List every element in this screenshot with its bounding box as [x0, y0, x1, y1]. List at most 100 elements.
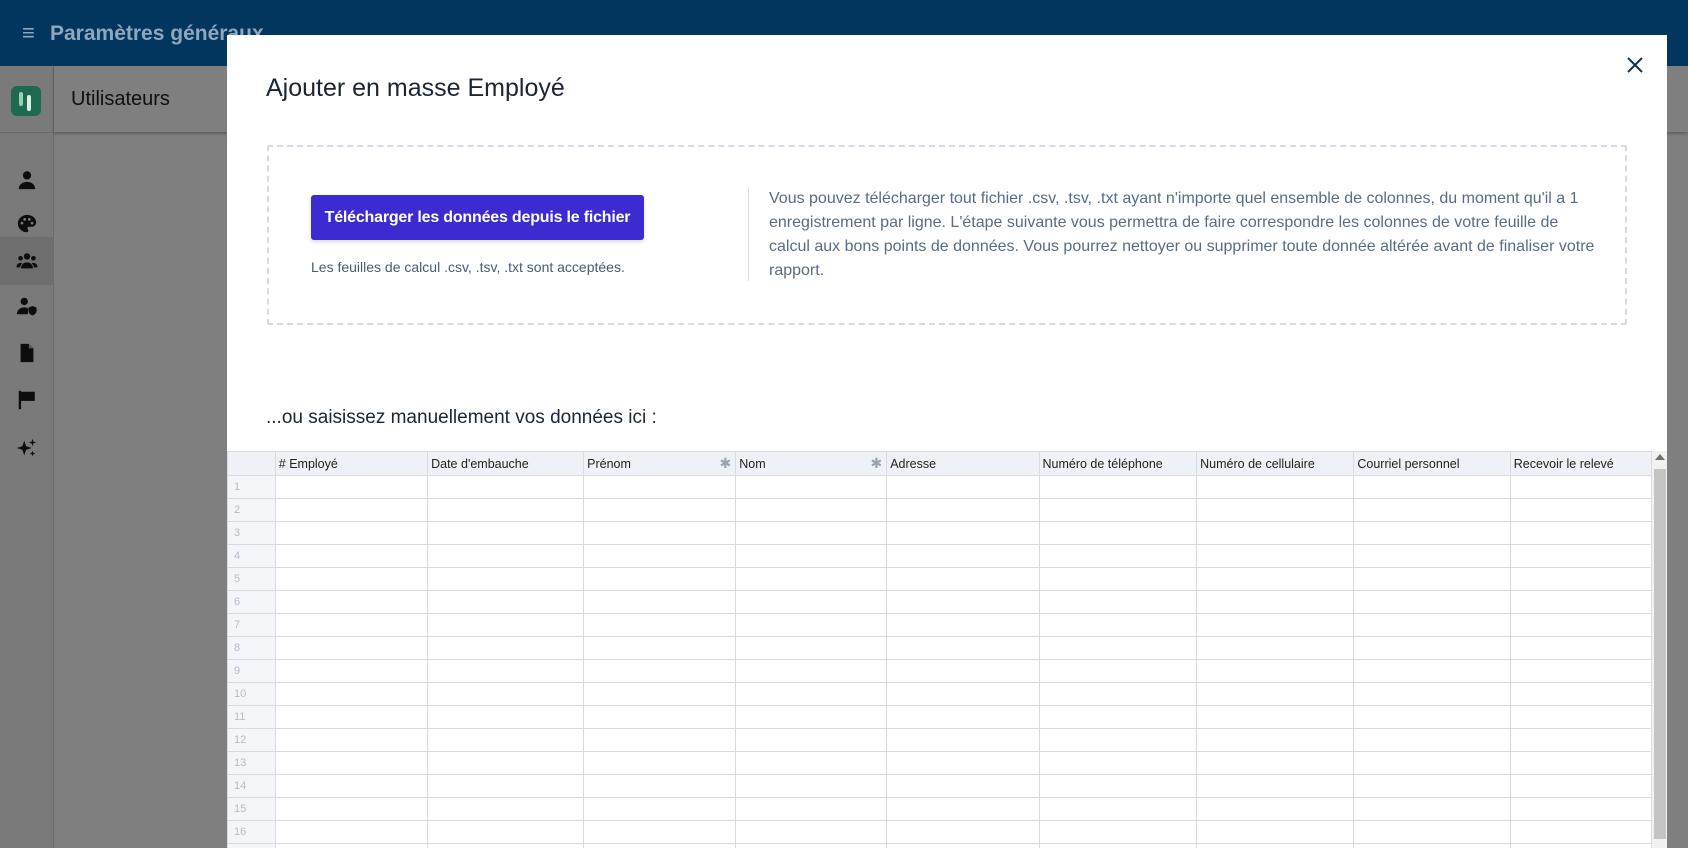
grid-cell[interactable] — [1509, 475, 1667, 499]
grid-cell[interactable] — [1196, 636, 1355, 660]
scroll-up-icon[interactable] — [1655, 454, 1665, 460]
hamburger-icon[interactable]: ≡ — [22, 20, 35, 46]
grid-cell[interactable] — [735, 705, 888, 729]
grid-cell[interactable] — [735, 475, 888, 499]
grid-cell[interactable] — [1509, 590, 1667, 614]
grid-cell[interactable] — [1353, 820, 1511, 844]
grid-cell[interactable] — [583, 797, 737, 821]
grid-cell[interactable] — [735, 659, 888, 683]
grid-cell[interactable] — [583, 567, 737, 591]
grid-cell[interactable] — [1509, 567, 1667, 591]
grid-cell[interactable] — [1509, 613, 1667, 637]
grid-cell[interactable] — [886, 544, 1040, 568]
grid-cell[interactable] — [1038, 544, 1198, 568]
grid-cell[interactable] — [274, 797, 429, 821]
grid-cell[interactable] — [886, 843, 1040, 848]
grid-cell[interactable] — [274, 751, 429, 775]
grid-cell[interactable] — [1038, 705, 1198, 729]
grid-cell[interactable] — [427, 590, 585, 614]
grid-cell[interactable] — [1038, 774, 1198, 798]
grid-cell[interactable] — [1353, 751, 1511, 775]
grid-cell[interactable] — [427, 705, 585, 729]
grid-cell[interactable] — [427, 751, 585, 775]
column-header[interactable]: Nom ✱ — [735, 451, 888, 476]
grid-cell[interactable] — [1038, 659, 1198, 683]
app-logo[interactable] — [11, 86, 41, 116]
grid-cell[interactable] — [583, 544, 737, 568]
column-header[interactable]: Adresse — [886, 451, 1040, 476]
upload-file-button[interactable]: Télécharger les données depuis le fichie… — [311, 195, 644, 240]
grid-cell[interactable] — [274, 659, 429, 683]
grid-cell[interactable] — [735, 820, 888, 844]
grid-cell[interactable] — [1353, 728, 1511, 752]
grid-cell[interactable] — [1509, 659, 1667, 683]
column-header[interactable]: Courriel personnel — [1353, 451, 1511, 476]
grid-cell[interactable] — [274, 705, 429, 729]
grid-cell[interactable] — [583, 843, 737, 848]
grid-cell[interactable] — [1353, 521, 1511, 545]
grid-cell[interactable] — [274, 774, 429, 798]
grid-cell[interactable] — [735, 590, 888, 614]
grid-cell[interactable] — [583, 590, 737, 614]
grid-cell[interactable] — [1196, 820, 1355, 844]
grid-cell[interactable] — [735, 498, 888, 522]
grid-cell[interactable] — [583, 774, 737, 798]
grid-cell[interactable] — [427, 682, 585, 706]
grid-cell[interactable] — [274, 728, 429, 752]
grid-cell[interactable] — [1353, 774, 1511, 798]
grid-cell[interactable] — [1196, 613, 1355, 637]
grid-cell[interactable] — [1196, 475, 1355, 499]
grid-cell[interactable] — [583, 728, 737, 752]
grid-cell[interactable] — [1353, 475, 1511, 499]
grid-cell[interactable] — [735, 636, 888, 660]
grid-cell[interactable] — [735, 728, 888, 752]
grid-cell[interactable] — [583, 659, 737, 683]
grid-cell[interactable] — [1196, 498, 1355, 522]
grid-cell[interactable] — [1196, 774, 1355, 798]
grid-cell[interactable] — [1038, 797, 1198, 821]
grid-cell[interactable] — [1353, 544, 1511, 568]
grid-cell[interactable] — [1353, 590, 1511, 614]
grid-cell[interactable] — [735, 843, 888, 848]
grid-cell[interactable] — [427, 774, 585, 798]
sidebar-item-documents[interactable] — [9, 335, 45, 371]
grid-cell[interactable] — [274, 544, 429, 568]
grid-cell[interactable] — [1353, 613, 1511, 637]
grid-cell[interactable] — [1196, 659, 1355, 683]
grid-cell[interactable] — [583, 751, 737, 775]
grid-cell[interactable] — [886, 521, 1040, 545]
grid-cell[interactable] — [427, 521, 585, 545]
grid-cell[interactable] — [274, 613, 429, 637]
grid-cell[interactable] — [886, 774, 1040, 798]
grid-cell[interactable] — [1038, 820, 1198, 844]
grid-cell[interactable] — [735, 774, 888, 798]
grid-cell[interactable] — [427, 636, 585, 660]
grid-cell[interactable] — [274, 590, 429, 614]
grid-cell[interactable] — [274, 521, 429, 545]
grid-cell[interactable] — [1353, 682, 1511, 706]
close-button[interactable] — [1619, 49, 1651, 81]
sidebar-item-flags[interactable] — [9, 382, 45, 418]
grid-cell[interactable] — [1509, 544, 1667, 568]
grid-cell[interactable] — [735, 751, 888, 775]
grid-cell[interactable] — [886, 705, 1040, 729]
grid-cell[interactable] — [427, 544, 585, 568]
grid-cell[interactable] — [1196, 728, 1355, 752]
grid-cell[interactable] — [427, 820, 585, 844]
grid-cell[interactable] — [1038, 682, 1198, 706]
grid-cell[interactable] — [886, 751, 1040, 775]
grid-cell[interactable] — [1038, 843, 1198, 848]
grid-cell[interactable] — [886, 659, 1040, 683]
grid-cell[interactable] — [274, 475, 429, 499]
grid-cell[interactable] — [1509, 682, 1667, 706]
grid-cell[interactable] — [735, 521, 888, 545]
grid-cell[interactable] — [427, 498, 585, 522]
column-header[interactable]: Recevoir le relevé — [1509, 451, 1667, 476]
grid-cell[interactable] — [1509, 774, 1667, 798]
grid-cell[interactable] — [1353, 659, 1511, 683]
grid-cell[interactable] — [1509, 797, 1667, 821]
grid-cell[interactable] — [583, 636, 737, 660]
grid-cell[interactable] — [1038, 521, 1198, 545]
grid-cell[interactable] — [1038, 475, 1198, 499]
sidebar-item-features[interactable] — [9, 430, 45, 466]
